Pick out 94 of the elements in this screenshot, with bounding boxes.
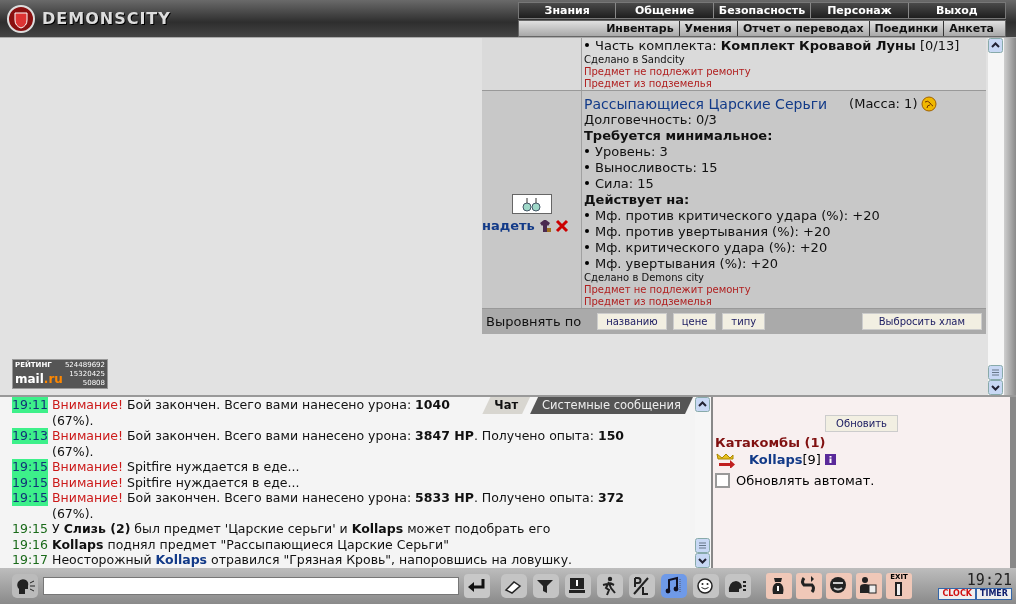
- message-time: 19:15: [12, 490, 49, 506]
- submenu-link[interactable]: Умения: [678, 21, 737, 36]
- warning-note: Предмет из подземелья: [584, 296, 712, 307]
- smiley-icon[interactable]: [693, 574, 719, 598]
- message-time: 19:17: [12, 552, 49, 568]
- logo-text: DEMONSCITY: [42, 9, 172, 28]
- wear-link[interactable]: надеть: [482, 217, 535, 234]
- item-property: Мф. против критического удара (%): +20: [595, 208, 880, 223]
- section-heading: Действует на:: [584, 192, 690, 207]
- earrings-icon: [520, 195, 543, 212]
- menu-item[interactable]: Безопасность: [712, 3, 811, 18]
- item-property: Долговечность: 0/3: [584, 112, 717, 127]
- filter-icon[interactable]: [533, 574, 559, 598]
- warning-note: Предмет не подлежит ремонту: [584, 284, 751, 295]
- chat-input-field[interactable]: [43, 577, 459, 595]
- submenu-link[interactable]: Отчет о переводах: [736, 21, 869, 36]
- warning-note: Предмет не подлежит ремонту: [584, 66, 751, 77]
- scrollbar[interactable]: [695, 397, 711, 568]
- sort-button[interactable]: названию: [597, 313, 667, 330]
- counter-logo: mail.ru: [15, 372, 63, 386]
- chat-message: Неосторожный Kollaps отравился "Грязная Кровь", напоровшись на ловушку.: [52, 552, 572, 568]
- chat-message: Внимание! Spitfire нуждается в еде...: [52, 474, 300, 490]
- submenu-link[interactable]: Инвентарь: [601, 21, 679, 36]
- scroll-up-button[interactable]: [695, 397, 710, 412]
- music-notes-icon[interactable]: [661, 574, 687, 598]
- sort-button[interactable]: цене: [672, 313, 717, 330]
- location-title: Катакомбы (1): [715, 434, 827, 451]
- player-name-link[interactable]: Kollaps: [749, 451, 803, 468]
- clock-time: 19:21: [966, 572, 1012, 588]
- auto-refresh-checkbox[interactable]: [715, 473, 730, 488]
- item-property: Часть комплекта: Комплект Кровавой Луны [0/13]: [595, 38, 960, 53]
- message-time: 19:13: [12, 428, 49, 444]
- shirt-icon[interactable]: [537, 218, 552, 233]
- bag-icon[interactable]: [766, 573, 792, 599]
- submenu-link[interactable]: Поединки: [868, 21, 944, 36]
- maker-note: Сделано в Sandcity: [584, 54, 685, 65]
- globe-icon: [921, 96, 938, 112]
- player-level: [9]: [802, 451, 821, 468]
- eraser-icon[interactable]: [501, 574, 527, 598]
- scroll-up-button[interactable]: [988, 38, 1003, 53]
- arrow-icon: [715, 451, 737, 468]
- menu-item[interactable]: Выход: [907, 3, 1006, 18]
- discard-junk-button[interactable]: Выбросить хлам: [861, 313, 982, 330]
- chat-tab[interactable]: Системные сообщения: [530, 397, 693, 414]
- scrollbar[interactable]: [988, 38, 1004, 395]
- warning-note: Предмет из подземелья: [584, 78, 712, 89]
- sort-button[interactable]: типу: [722, 313, 766, 330]
- refresh-button[interactable]: Обновить: [825, 415, 898, 432]
- monitor-icon[interactable]: [565, 574, 591, 598]
- scroll-down-button[interactable]: [988, 380, 1003, 395]
- item-weight: (Масса: 1): [849, 96, 918, 112]
- speaking-head-icon[interactable]: [12, 574, 38, 598]
- chat-message: Внимание! Spitfire нуждается в еде...: [52, 459, 300, 475]
- timer-tab[interactable]: TIMER: [975, 588, 1012, 600]
- chat-message: Внимание! Бой закончен. Всего вами нанесено урона: 5833 HP. Получено опыта: 372 (67%).: [52, 490, 625, 521]
- menu-item[interactable]: Персонаж: [810, 3, 908, 18]
- chat-message: У Слизь (2) был предмет 'Царские серьги' и Kollaps может подобрать его: [52, 521, 551, 537]
- chat-tab[interactable]: Чат: [482, 397, 531, 414]
- scroll-down-button[interactable]: [695, 553, 710, 568]
- auto-refresh-label: Обновлять автомат.: [736, 472, 875, 489]
- item-property: Мф. против увертывания (%): +20: [595, 224, 831, 239]
- info-icon[interactable]: [824, 454, 836, 465]
- mask-icon[interactable]: [826, 573, 852, 599]
- item-property: Уровень: 3: [595, 144, 668, 159]
- message-time: 19:11: [12, 397, 49, 413]
- message-time: 19:16: [12, 536, 49, 552]
- item-property: Мф. критического удара (%): +20: [595, 240, 828, 255]
- item-title-link[interactable]: Рассыпающиеся Царские Серьги: [584, 96, 828, 112]
- scroll-thumb[interactable]: [695, 538, 710, 553]
- delete-x-icon[interactable]: [554, 218, 569, 233]
- menu-item[interactable]: Знания: [519, 3, 616, 18]
- menu-item[interactable]: Общение: [615, 3, 713, 18]
- item-property: Мф. увертывания (%): +20: [595, 256, 778, 271]
- maker-note: Сделано в Demons city: [584, 272, 705, 283]
- chat-message: Kollaps поднял предмет "Рассыпающиеся Царские Серьги": [52, 536, 449, 552]
- chat-message: Внимание! Бой закончен. Всего вами нанесено урона: 3847 HP. Получено опыта: 150 (67%).: [52, 428, 625, 459]
- pl-letters-icon[interactable]: [629, 574, 655, 598]
- item-property: Выносливость: 15: [595, 160, 718, 175]
- enter-button[interactable]: [464, 574, 490, 598]
- person-icon[interactable]: [856, 573, 882, 599]
- clock-tab[interactable]: CLOCK: [938, 588, 976, 600]
- message-time: 19:15: [12, 521, 49, 537]
- item-property: Сила: 15: [595, 176, 654, 191]
- walking-man-icon[interactable]: [597, 574, 623, 598]
- section-heading: Требуется минимальное:: [584, 128, 773, 143]
- scroll-thumb[interactable]: [988, 365, 1003, 380]
- sort-label: Выровнять по: [486, 313, 582, 330]
- submenu-link[interactable]: Анкета: [943, 21, 999, 36]
- chat-message: Внимание! Бой закончен. Всего вами нанесено урона: 1040 (67%).: [52, 397, 450, 428]
- message-time: 19:15: [12, 459, 49, 475]
- earrings-image-button[interactable]: [511, 193, 552, 214]
- swap-arrows-icon[interactable]: [796, 573, 822, 599]
- helmet-icon[interactable]: [725, 574, 751, 598]
- shield-emblem-icon: [6, 3, 36, 34]
